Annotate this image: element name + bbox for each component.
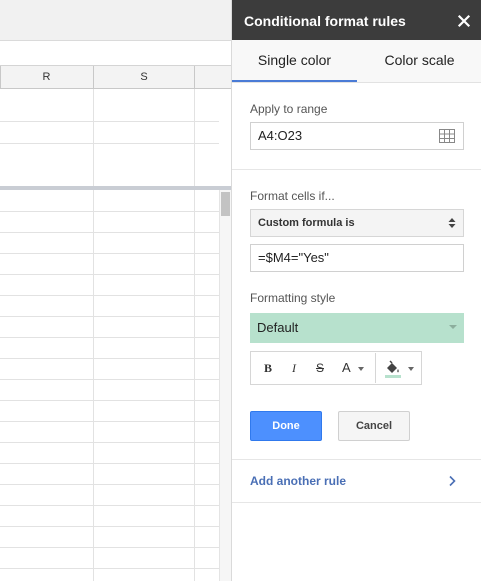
chevron-down-icon <box>358 366 364 371</box>
formatting-style-preset[interactable]: Default <box>250 313 464 343</box>
add-another-rule-link[interactable]: Add another rule <box>250 474 346 488</box>
select-range-grid-icon[interactable] <box>439 129 455 143</box>
custom-formula-value: =$M4="Yes" <box>258 250 329 265</box>
vertical-scrollbar[interactable] <box>219 190 231 581</box>
row-divider <box>0 484 219 485</box>
add-rule-row[interactable]: Add another rule <box>232 459 481 503</box>
paint-bucket-icon <box>385 360 402 378</box>
row-divider <box>0 295 219 296</box>
chevron-down-icon <box>407 366 414 371</box>
row-divider <box>0 400 219 401</box>
spreadsheet-grid: R S <box>0 0 231 581</box>
fill-color-button[interactable] <box>379 352 419 384</box>
tab-single-color[interactable]: Single color <box>232 40 357 82</box>
cancel-button[interactable]: Cancel <box>338 411 410 441</box>
formatting-style-label: Formatting style <box>250 291 336 305</box>
column-header-t[interactable] <box>195 66 231 88</box>
section-divider <box>232 169 481 170</box>
formatting-style-preset-label: Default <box>257 320 299 335</box>
panel-header: Conditional format rules <box>232 0 481 40</box>
bold-button[interactable]: B <box>259 352 277 384</box>
panel-title: Conditional format rules <box>244 13 406 29</box>
row-divider <box>0 274 219 275</box>
tab-color-scale[interactable]: Color scale <box>357 40 481 82</box>
tab-color-scale-label: Color scale <box>384 52 455 68</box>
conditional-format-panel: Conditional format rules Single color Co… <box>231 0 481 581</box>
done-button[interactable]: Done <box>250 411 322 441</box>
range-label: Apply to range <box>250 102 328 116</box>
rule-type-tabs: Single color Color scale <box>232 40 481 83</box>
active-tab-indicator <box>232 80 357 82</box>
column-header-s[interactable]: S <box>94 66 195 88</box>
row-divider <box>0 379 219 380</box>
toolbar-separator <box>375 353 376 383</box>
column-divider <box>93 89 94 581</box>
format-toolbar: B I S A <box>250 351 422 385</box>
row-divider <box>0 316 219 317</box>
row-divider <box>0 121 219 122</box>
row-divider <box>0 211 219 212</box>
frozen-rows-divider[interactable] <box>0 186 231 190</box>
column-divider <box>194 89 195 581</box>
row-divider <box>0 568 219 569</box>
close-icon[interactable] <box>455 12 473 30</box>
formula-bar[interactable] <box>0 41 231 66</box>
text-color-button[interactable]: A <box>335 352 371 384</box>
row-divider <box>0 463 219 464</box>
row-divider <box>0 421 219 422</box>
row-divider <box>0 526 219 527</box>
cell-grid[interactable] <box>0 89 231 581</box>
chevron-down-icon <box>449 325 457 329</box>
strikethrough-button[interactable]: S <box>311 352 329 384</box>
custom-formula-input[interactable]: =$M4="Yes" <box>250 244 464 272</box>
up-down-arrows-icon <box>448 218 456 228</box>
column-header-row: R S <box>0 66 231 89</box>
row-divider <box>0 143 219 144</box>
text-color-icon: A <box>341 360 351 375</box>
condition-select[interactable]: Custom formula is <box>250 209 464 237</box>
column-header-r[interactable]: R <box>0 66 94 88</box>
italic-button[interactable]: I <box>285 352 303 384</box>
row-divider <box>0 505 219 506</box>
scrollbar-thumb[interactable] <box>221 192 230 216</box>
chevron-right-icon <box>449 475 456 487</box>
row-divider <box>0 442 219 443</box>
condition-label: Format cells if... <box>250 189 335 203</box>
tab-single-color-label: Single color <box>257 52 332 68</box>
row-divider <box>0 358 219 359</box>
row-divider <box>0 337 219 338</box>
row-divider <box>0 232 219 233</box>
range-input[interactable]: A4:O23 <box>250 122 464 150</box>
sheet-toolbar <box>0 0 231 41</box>
condition-selected-value: Custom formula is <box>258 217 355 229</box>
row-divider <box>0 547 219 548</box>
range-value: A4:O23 <box>258 128 303 143</box>
row-divider <box>0 253 219 254</box>
